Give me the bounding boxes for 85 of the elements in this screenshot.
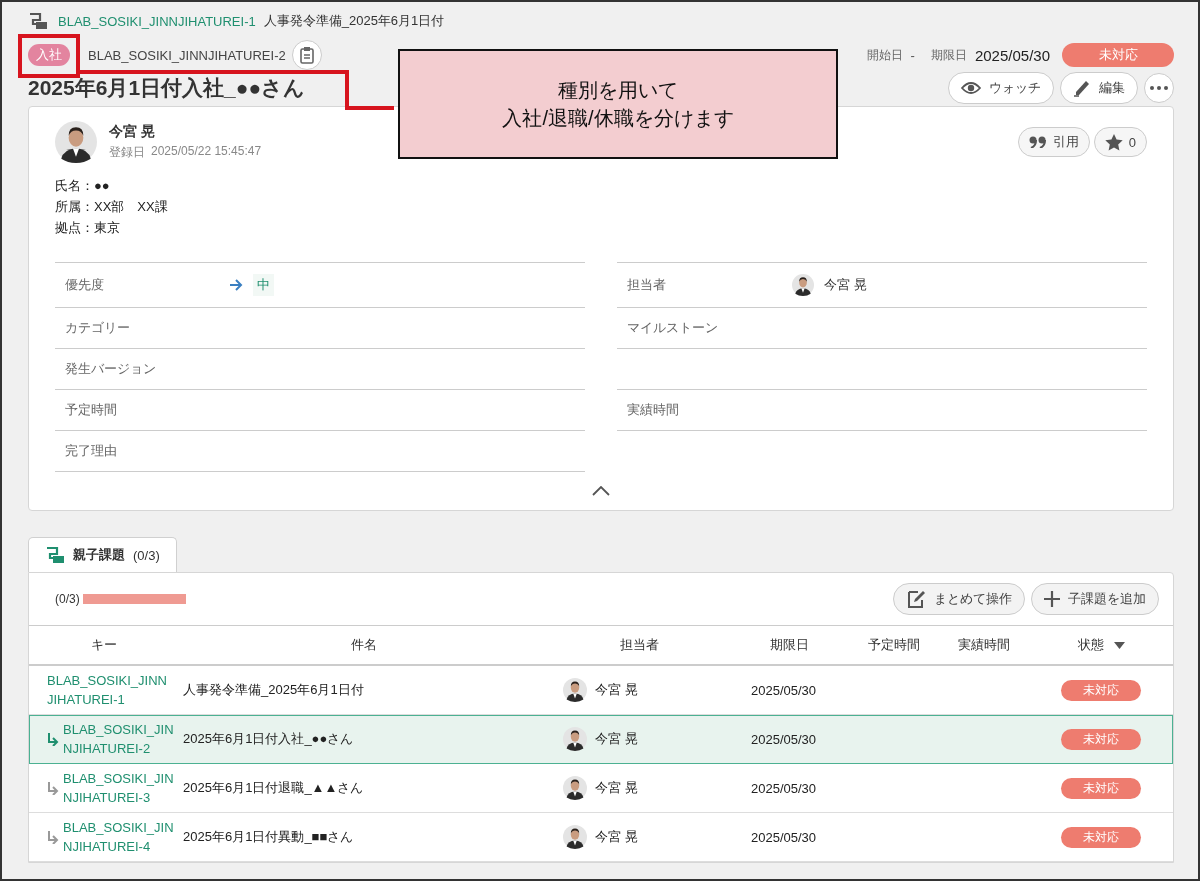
status-badge: 未対応 — [1061, 826, 1141, 848]
star-button[interactable]: 0 — [1093, 127, 1147, 157]
property-label: 優先度 — [64, 276, 105, 294]
column-header[interactable]: 実績時間 — [958, 636, 1010, 654]
issue-key-link[interactable]: BLAB_SOSIKI_JINNJIHATUREI-1 — [47, 671, 169, 709]
issue-key-link[interactable]: BLAB_SOSIKI_JINNJIHATUREI-2 — [63, 720, 179, 758]
status-badge: 未対応 — [1061, 777, 1141, 799]
callout-text: 種別を用いて — [558, 78, 678, 103]
caret-down-icon — [1113, 641, 1125, 649]
avatar-icon — [792, 274, 814, 296]
issue-type-badge: 入社 — [28, 44, 70, 66]
registered-date: 2025/05/22 15:45:47 — [151, 144, 262, 160]
avatar-icon — [563, 727, 587, 751]
column-header[interactable]: 予定時間 — [868, 636, 920, 654]
avatar-icon — [563, 825, 587, 849]
eye-icon — [961, 81, 981, 95]
add-subtask-button[interactable]: 子課題を追加 — [1031, 583, 1159, 615]
property-label: 予定時間 — [64, 401, 118, 419]
priority-value: 中 — [253, 274, 274, 296]
status-badge: 未対応 — [1061, 728, 1141, 750]
due-date-cell-text: 2025/05/30 — [750, 780, 818, 796]
parent-child-icon — [28, 12, 48, 30]
start-date-value: - — [910, 47, 915, 63]
edit-button[interactable]: 編集 — [1060, 72, 1138, 104]
column-header[interactable]: 状態 — [1077, 636, 1104, 654]
clipboard-icon — [299, 46, 314, 64]
property-label: 実績時間 — [626, 401, 680, 419]
property-label: 発生バージョン — [64, 360, 157, 378]
more-icon — [1150, 86, 1168, 90]
parent-child-icon — [45, 546, 65, 564]
quote-icon — [1028, 136, 1047, 148]
issue-key-link[interactable]: BLAB_SOSIKI_JINNJIHATUREI-3 — [63, 769, 179, 807]
highlight-frame — [18, 34, 80, 78]
description-line: 拠点：東京 — [55, 219, 121, 237]
avatar-icon — [563, 678, 587, 702]
parent-issue-title: 人事発令準備_2025年6月1日付 — [263, 12, 445, 30]
bulk-edit-button[interactable]: まとめて操作 — [893, 583, 1025, 615]
subject-cell-text: 人事発令準備_2025年6月1日付 — [182, 681, 365, 699]
more-button[interactable] — [1144, 73, 1174, 103]
plus-icon — [1044, 591, 1060, 607]
due-date-cell-text: 2025/05/30 — [750, 682, 818, 698]
description-line: 氏名：●● — [55, 177, 111, 195]
avatar-icon — [55, 121, 97, 163]
subject-cell-text: 2025年6月1日付入社_●●さん — [182, 730, 355, 748]
property-label: 担当者 — [626, 276, 667, 294]
chevron-up-icon — [592, 486, 610, 496]
quote-button[interactable]: 引用 — [1017, 127, 1090, 157]
due-date-cell-text: 2025/05/30 — [750, 731, 818, 747]
issue-key-link[interactable]: BLAB_SOSIKI_JINNJIHATUREI-4 — [63, 818, 179, 856]
column-header[interactable]: 担当者 — [619, 636, 659, 654]
status-badge: 未対応 — [1062, 43, 1174, 67]
copy-button[interactable] — [291, 40, 322, 70]
assignee-cell: 今宮 晃 — [595, 779, 638, 797]
issue-title: 2025年6月1日付入社_●●さん — [28, 75, 306, 101]
property-label: 完了理由 — [64, 442, 118, 460]
description-line: 所属：XX部 XX課 — [55, 198, 169, 216]
star-icon — [1104, 133, 1123, 151]
status-badge: 未対応 — [1061, 679, 1141, 701]
due-date-cell-text: 2025/05/30 — [750, 829, 818, 845]
progress-count: (0/3) — [55, 592, 80, 606]
watch-button[interactable]: ウォッチ — [948, 72, 1054, 104]
issue-key: BLAB_SOSIKI_JINNJIHATUREI-2 — [88, 47, 286, 63]
arrow-right-icon — [230, 279, 243, 291]
registered-label: 登録日 — [109, 144, 145, 161]
pencil-icon — [1073, 79, 1091, 97]
assignee-cell: 今宮 晃 — [595, 730, 638, 748]
property-label: マイルストーン — [626, 319, 719, 337]
subject-cell-text: 2025年6月1日付異動_■■さん — [182, 828, 355, 846]
edit-box-icon — [906, 589, 926, 609]
assignee-cell: 今宮 晃 — [595, 828, 638, 846]
column-header[interactable]: 件名 — [351, 636, 377, 654]
parent-issue-link[interactable]: BLAB_SOSIKI_JINNJIHATUREI-1 — [58, 13, 256, 29]
avatar-icon — [563, 776, 587, 800]
column-header[interactable]: 期限日 — [769, 636, 809, 654]
subtasks-tab[interactable]: 親子課題 (0/3) — [28, 537, 177, 572]
start-date-label: 開始日 — [866, 46, 903, 64]
due-date-label: 期限日 — [930, 46, 967, 64]
callout-text: 入社/退職/休職を分けます — [502, 106, 734, 131]
author-name: 今宮 晃 — [109, 123, 156, 141]
property-label: カテゴリー — [64, 319, 131, 337]
due-date-value: 2025/05/30 — [974, 46, 1050, 64]
assignee-cell: 今宮 晃 — [595, 681, 638, 699]
column-header[interactable]: キー — [91, 636, 117, 654]
subject-cell-text: 2025年6月1日付退職_▲▲さん — [182, 779, 365, 797]
assignee-name: 今宮 晃 — [824, 276, 867, 294]
